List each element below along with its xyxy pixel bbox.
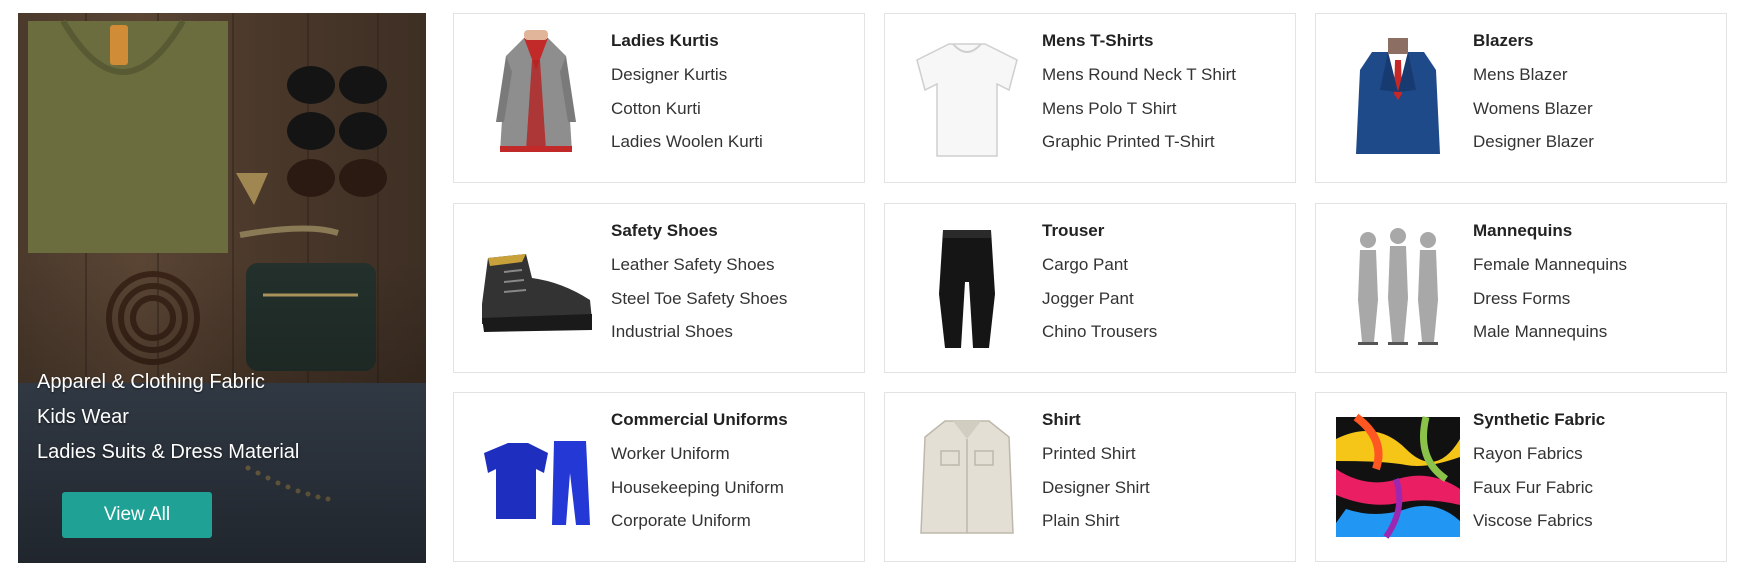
category-link[interactable]: Housekeeping Uniform	[611, 471, 788, 505]
category-link[interactable]: Dress Forms	[1473, 282, 1627, 316]
category-link[interactable]: Mens Polo T Shirt	[1042, 92, 1236, 126]
blazer-image[interactable]	[1336, 30, 1460, 166]
category-card-commercial-uniforms[interactable]: Commercial Uniforms Worker Uniform House…	[453, 392, 865, 562]
trouser-image[interactable]	[905, 220, 1029, 356]
category-link[interactable]: Mens Round Neck T Shirt	[1042, 58, 1236, 92]
category-link[interactable]: Ladies Woolen Kurti	[611, 125, 763, 159]
category-link[interactable]: Steel Toe Safety Shoes	[611, 282, 787, 316]
category-link[interactable]: Worker Uniform	[611, 437, 788, 471]
category-link[interactable]: Cargo Pant	[1042, 248, 1157, 282]
category-link[interactable]: Designer Blazer	[1473, 125, 1594, 159]
category-link[interactable]: Male Mannequins	[1473, 315, 1627, 349]
hero-link-kids-wear[interactable]: Kids Wear	[37, 400, 299, 435]
category-link[interactable]: Viscose Fabrics	[1473, 504, 1605, 538]
category-link[interactable]: Designer Shirt	[1042, 471, 1150, 505]
category-card-mens-tshirts[interactable]: Mens T-Shirts Mens Round Neck T Shirt Me…	[884, 13, 1296, 183]
category-title[interactable]: Shirt	[1042, 409, 1150, 431]
safety-shoe-image[interactable]	[474, 220, 598, 356]
category-title[interactable]: Commercial Uniforms	[611, 409, 788, 431]
category-link[interactable]: Rayon Fabrics	[1473, 437, 1605, 471]
category-link[interactable]: Faux Fur Fabric	[1473, 471, 1605, 505]
category-card-mannequins[interactable]: Mannequins Female Mannequins Dress Forms…	[1315, 203, 1727, 373]
category-link[interactable]: Plain Shirt	[1042, 504, 1150, 538]
category-title[interactable]: Trouser	[1042, 220, 1157, 242]
kurti-image[interactable]	[474, 30, 598, 166]
hero-link-ladies-suits[interactable]: Ladies Suits & Dress Material	[37, 435, 299, 470]
tshirt-image[interactable]	[905, 30, 1029, 166]
category-link[interactable]: Industrial Shoes	[611, 315, 787, 349]
category-title[interactable]: Blazers	[1473, 30, 1594, 52]
category-link[interactable]: Chino Trousers	[1042, 315, 1157, 349]
category-link[interactable]: Graphic Printed T-Shirt	[1042, 125, 1236, 159]
category-card-shirt[interactable]: Shirt Printed Shirt Designer Shirt Plain…	[884, 392, 1296, 562]
fabric-image[interactable]	[1336, 409, 1460, 545]
apparel-flatlay-image	[18, 13, 426, 563]
uniform-image[interactable]	[474, 409, 598, 545]
category-card-synthetic-fabric[interactable]: Synthetic Fabric Rayon Fabrics Faux Fur …	[1315, 392, 1727, 562]
category-card-blazers[interactable]: Blazers Mens Blazer Womens Blazer Design…	[1315, 13, 1727, 183]
category-link[interactable]: Leather Safety Shoes	[611, 248, 787, 282]
category-card-safety-shoes[interactable]: Safety Shoes Leather Safety Shoes Steel …	[453, 203, 865, 373]
category-link[interactable]: Mens Blazer	[1473, 58, 1594, 92]
category-link[interactable]: Cotton Kurti	[611, 92, 763, 126]
category-link[interactable]: Female Mannequins	[1473, 248, 1627, 282]
category-link[interactable]: Jogger Pant	[1042, 282, 1157, 316]
mannequins-image[interactable]	[1336, 220, 1460, 356]
category-link[interactable]: Printed Shirt	[1042, 437, 1150, 471]
category-link[interactable]: Designer Kurtis	[611, 58, 763, 92]
category-card-trouser[interactable]: Trouser Cargo Pant Jogger Pant Chino Tro…	[884, 203, 1296, 373]
view-all-button[interactable]: View All	[62, 492, 212, 538]
product-category-grid: Ladies Kurtis Designer Kurtis Cotton Kur…	[453, 13, 1728, 563]
hero-banner[interactable]: Apparel & Clothing Fabric Kids Wear Ladi…	[18, 13, 426, 563]
category-title[interactable]: Mens T-Shirts	[1042, 30, 1236, 52]
category-title[interactable]: Safety Shoes	[611, 220, 787, 242]
hero-link-apparel-fabric[interactable]: Apparel & Clothing Fabric	[37, 365, 299, 400]
category-title[interactable]: Mannequins	[1473, 220, 1627, 242]
category-title[interactable]: Synthetic Fabric	[1473, 409, 1605, 431]
shirt-image[interactable]	[905, 409, 1029, 545]
category-title[interactable]: Ladies Kurtis	[611, 30, 763, 52]
category-card-ladies-kurtis[interactable]: Ladies Kurtis Designer Kurtis Cotton Kur…	[453, 13, 865, 183]
category-link[interactable]: Womens Blazer	[1473, 92, 1594, 126]
category-link[interactable]: Corporate Uniform	[611, 504, 788, 538]
hero-link-list: Apparel & Clothing Fabric Kids Wear Ladi…	[37, 365, 299, 470]
